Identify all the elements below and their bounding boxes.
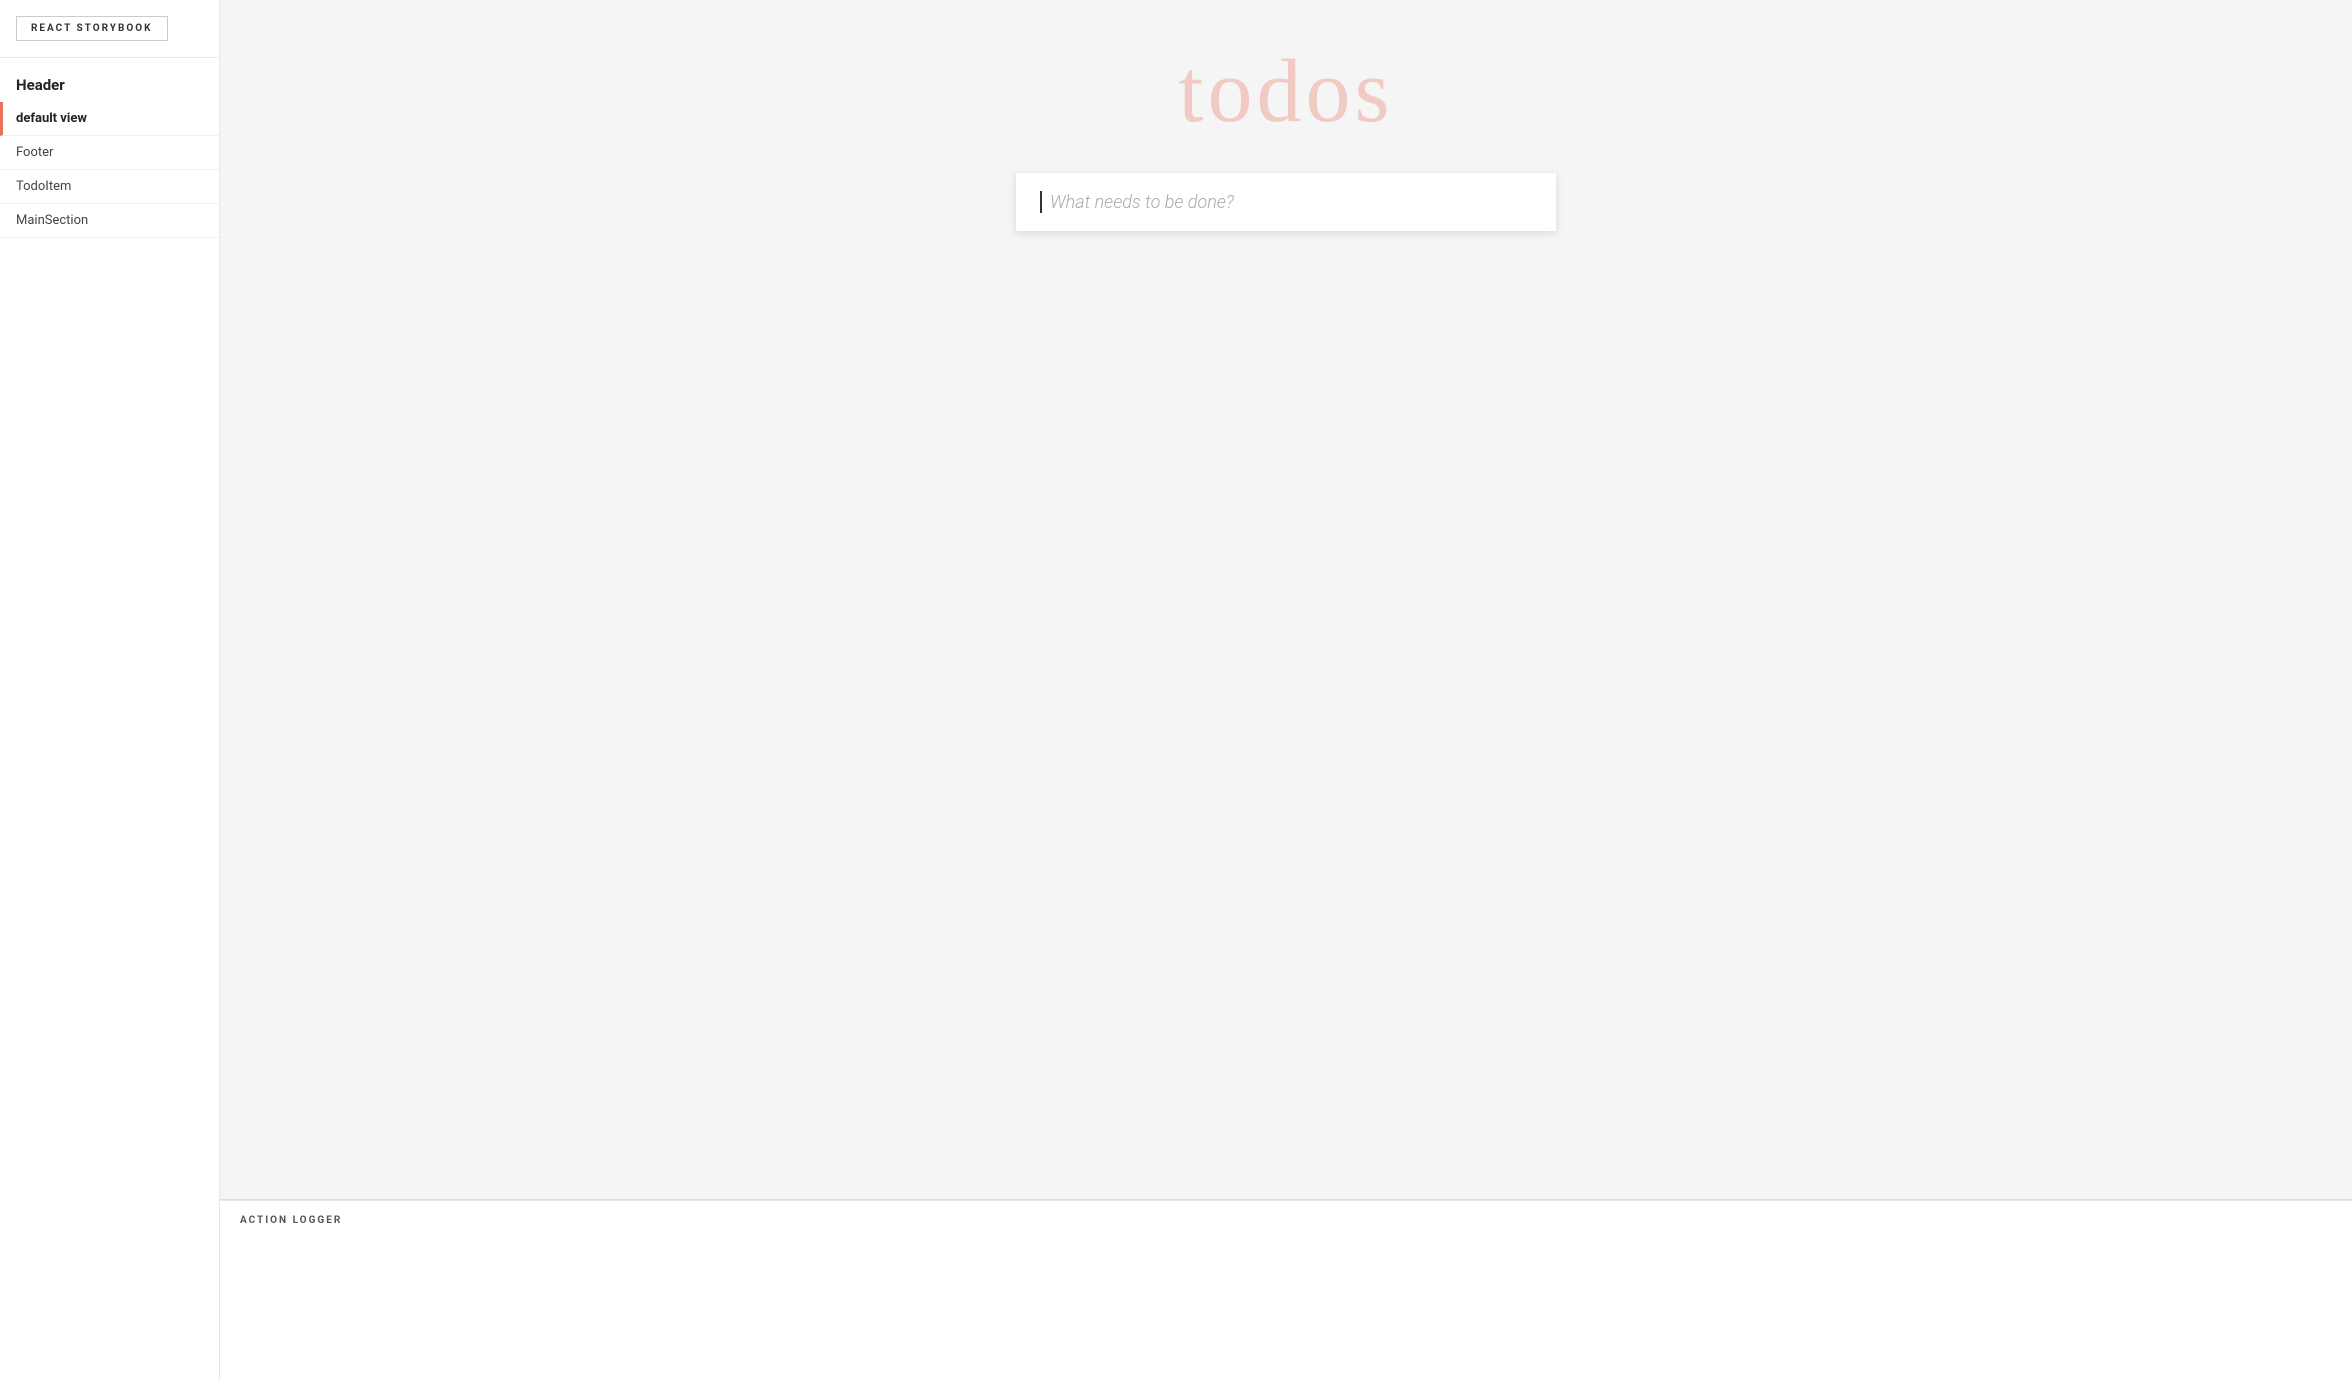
action-logger: ACTION LOGGER (220, 1200, 2352, 1380)
todos-title: todos (1178, 40, 1393, 143)
main-area: todos What needs to be done? ACTION LOGG… (220, 0, 2352, 1380)
logo-button[interactable]: REACT STORYBOOK (16, 16, 168, 41)
todo-input-wrapper: What needs to be done? (1016, 173, 1556, 231)
preview-pane: todos What needs to be done? (220, 0, 2352, 1200)
action-logger-title: ACTION LOGGER (240, 1215, 2332, 1226)
text-cursor (1040, 191, 1042, 213)
action-logger-body (240, 1234, 2332, 1294)
sidebar-item-default-view[interactable]: default view (0, 102, 219, 136)
sidebar-section-header: Header (0, 58, 219, 102)
sidebar-item-main-section[interactable]: MainSection (0, 204, 219, 238)
sidebar-item-footer[interactable]: Footer (0, 136, 219, 170)
sidebar-item-todo-item[interactable]: TodoItem (0, 170, 219, 204)
sidebar: REACT STORYBOOK Header default view Foot… (0, 0, 220, 1380)
sidebar-logo-area: REACT STORYBOOK (0, 0, 219, 58)
todo-input-placeholder[interactable]: What needs to be done? (1050, 192, 1234, 213)
